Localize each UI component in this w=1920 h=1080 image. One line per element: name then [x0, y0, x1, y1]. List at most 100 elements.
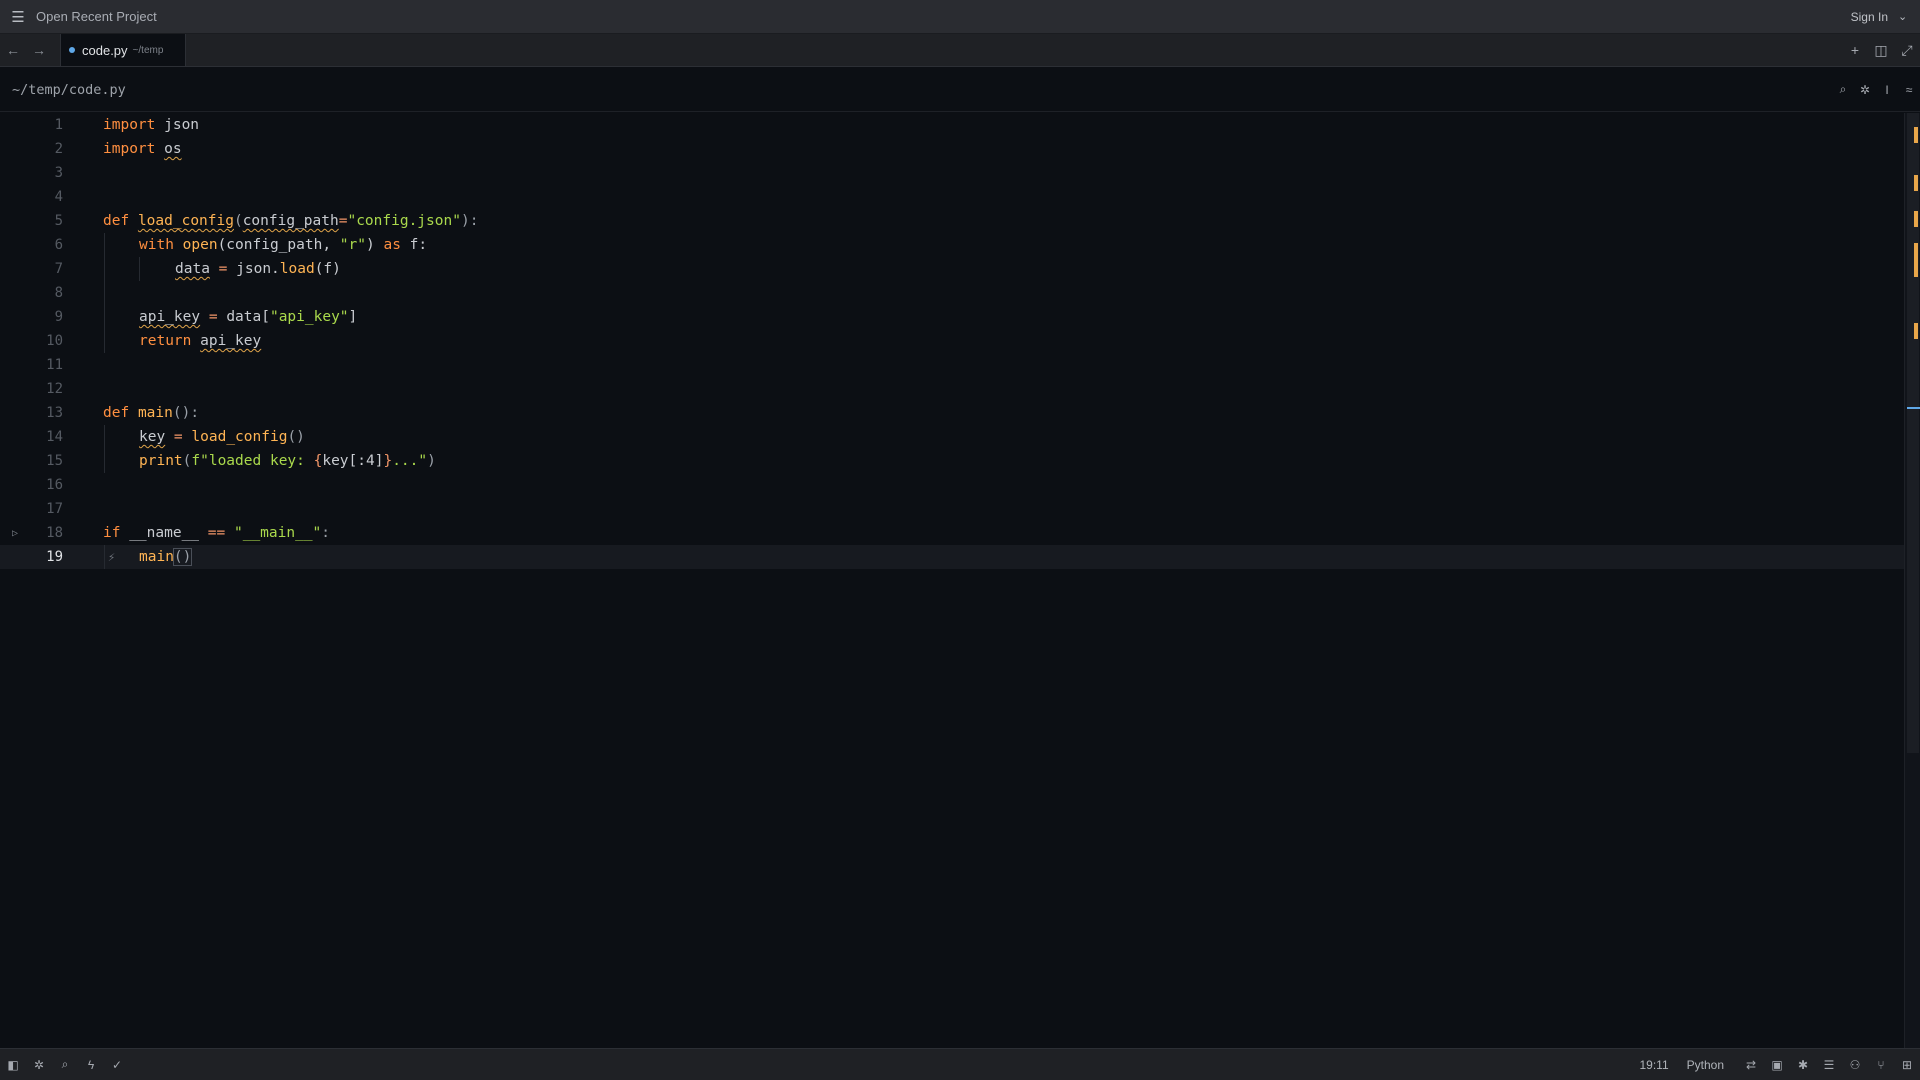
code-line[interactable]: 13 def main():: [0, 401, 1904, 425]
code-line[interactable]: 2 import os: [0, 137, 1904, 161]
line-number: 8: [54, 285, 63, 301]
line-number: 6: [54, 237, 63, 253]
indent-guide: [104, 233, 105, 257]
warning-marker[interactable]: [1914, 211, 1918, 227]
line-number: 11: [46, 357, 63, 373]
code-line[interactable]: 15 print(f"loaded key: {key[:4]}..."): [0, 449, 1904, 473]
code-line[interactable]: 12: [0, 377, 1904, 401]
code-action-bolt-icon[interactable]: ⚡: [108, 550, 115, 564]
line-number: 10: [46, 333, 63, 349]
translate-icon[interactable]: ⇄: [1738, 1058, 1764, 1072]
code-text: main(): [139, 548, 193, 566]
line-number: 15: [46, 453, 63, 469]
git-branch-icon[interactable]: ⑂: [1868, 1058, 1894, 1072]
search-icon[interactable]: ⌕: [1832, 82, 1854, 97]
sign-in-button[interactable]: Sign In: [1851, 10, 1888, 24]
chevron-down-icon[interactable]: ⌄: [1898, 10, 1920, 23]
line-number: 19: [46, 549, 63, 565]
unused-import-warning: os: [164, 141, 182, 157]
panel-layout-icon[interactable]: ⊞: [1894, 1058, 1920, 1072]
code-line[interactable]: 6 with open(config_path, "r") as f:: [0, 233, 1904, 257]
line-number: 13: [46, 405, 63, 421]
toggle-sidebar-icon[interactable]: ◧: [0, 1058, 26, 1072]
outline-list-icon[interactable]: ☰: [1816, 1058, 1842, 1072]
cursor-position-marker: [1907, 407, 1920, 409]
line-number: 2: [54, 141, 63, 157]
code-text: def main():: [103, 405, 200, 421]
code-line[interactable]: 5 def load_config(config_path="config.js…: [0, 209, 1904, 233]
status-bar: ◧ ✲ ⌕ ϟ ✓ 19:11 Python ⇄ ▣ ✱ ☰ ⚇ ⑂ ⊞: [0, 1048, 1920, 1080]
code-line[interactable]: 14 key = load_config(): [0, 425, 1904, 449]
code-line[interactable]: 17: [0, 497, 1904, 521]
code-line[interactable]: 10 return api_key: [0, 329, 1904, 353]
arrow-right-icon[interactable]: →: [26, 34, 52, 66]
hamburger-menu-icon[interactable]: ☰: [0, 0, 36, 34]
expand-icon[interactable]: ⤢: [1894, 34, 1920, 66]
code-text: data = json.load(f): [175, 261, 341, 277]
warning-marker[interactable]: [1914, 127, 1918, 143]
open-recent-project-button[interactable]: Open Recent Project: [36, 9, 157, 24]
scrollbar-thumb[interactable]: [1907, 113, 1919, 753]
assistant-sparkle-icon[interactable]: ✲: [26, 1058, 52, 1072]
code-line[interactable]: ▷ 18 if __name__ == "__main__":: [0, 521, 1904, 545]
terminal-icon[interactable]: ▣: [1764, 1058, 1790, 1072]
cursor-position[interactable]: 19:11: [1640, 1058, 1669, 1072]
lightning-icon[interactable]: ϟ: [78, 1058, 104, 1072]
plus-icon[interactable]: +: [1842, 34, 1868, 66]
title-bar: ☰ Open Recent Project Sign In ⌄: [0, 0, 1920, 34]
current-code-line[interactable]: 19 ⚡ main(): [0, 545, 1904, 569]
code-line[interactable]: 1 import json: [0, 113, 1904, 137]
code-text: if __name__ == "__main__":: [103, 525, 331, 541]
code-text: import json: [103, 117, 200, 133]
breadcrumb: ~/temp/code.py ⌕ ✲ I ≈: [0, 68, 1920, 112]
check-icon[interactable]: ✓: [104, 1058, 130, 1072]
code-text: with open(config_path, "r") as f:: [139, 237, 428, 253]
indent-guide: [104, 545, 105, 569]
file-path: ~/temp/code.py: [12, 81, 126, 98]
line-number: 7: [54, 261, 63, 277]
code-text: def load_config(config_path="config.json…: [103, 213, 479, 229]
line-number: 1: [54, 117, 63, 133]
warning-marker[interactable]: [1914, 243, 1918, 277]
bracket-match: (): [172, 548, 193, 566]
assistant-sparkle-icon[interactable]: ✲: [1854, 83, 1876, 97]
tab-code-py[interactable]: code.py ~/temp: [60, 34, 187, 66]
warning-marker[interactable]: [1914, 175, 1918, 191]
tab-file-dir: ~/temp: [132, 44, 164, 56]
collaborators-icon[interactable]: ⚇: [1842, 1058, 1868, 1072]
code-line[interactable]: 9 api_key = data["api_key"]: [0, 305, 1904, 329]
editor-settings-icon[interactable]: ≈: [1898, 83, 1920, 97]
split-pane-icon[interactable]: ◫: [1868, 34, 1894, 66]
line-number: 18: [46, 525, 63, 541]
code-text: print(f"loaded key: {key[:4]}..."): [139, 453, 436, 469]
search-icon[interactable]: ⌕: [52, 1057, 78, 1072]
line-number: 3: [54, 165, 63, 181]
code-line[interactable]: 7 data = json.load(f): [0, 257, 1904, 281]
text-cursor-icon[interactable]: I: [1876, 83, 1898, 97]
debug-bug-icon[interactable]: ✱: [1790, 1058, 1816, 1072]
line-number: 9: [54, 309, 63, 325]
indent-guide: [104, 425, 105, 449]
warning-marker[interactable]: [1914, 323, 1918, 339]
code-line[interactable]: 8: [0, 281, 1904, 305]
indent-guide: [139, 257, 140, 281]
indent-guide: [104, 305, 105, 329]
tab-file-name: code.py: [82, 42, 128, 58]
language-selector[interactable]: Python: [1687, 1058, 1724, 1072]
arrow-left-icon[interactable]: ←: [0, 34, 26, 66]
line-number: 17: [46, 501, 63, 517]
code-line[interactable]: 16: [0, 473, 1904, 497]
indent-guide: [104, 329, 105, 353]
tab-bar: ← → code.py ~/temp + ◫ ⤢: [0, 34, 1920, 67]
line-number: 14: [46, 429, 63, 445]
code-line[interactable]: 3: [0, 161, 1904, 185]
code-line[interactable]: 11: [0, 353, 1904, 377]
code-text: return api_key: [139, 333, 262, 349]
unsaved-dot-icon: [69, 47, 75, 53]
code-editor[interactable]: 1 import json 2 import os 3 4 5 def load…: [0, 113, 1904, 1048]
indent-guide: [104, 257, 105, 281]
line-number: 12: [46, 381, 63, 397]
run-triangle-icon[interactable]: ▷: [12, 528, 24, 539]
code-line[interactable]: 4: [0, 185, 1904, 209]
editor-scrollbar[interactable]: [1904, 113, 1920, 1048]
